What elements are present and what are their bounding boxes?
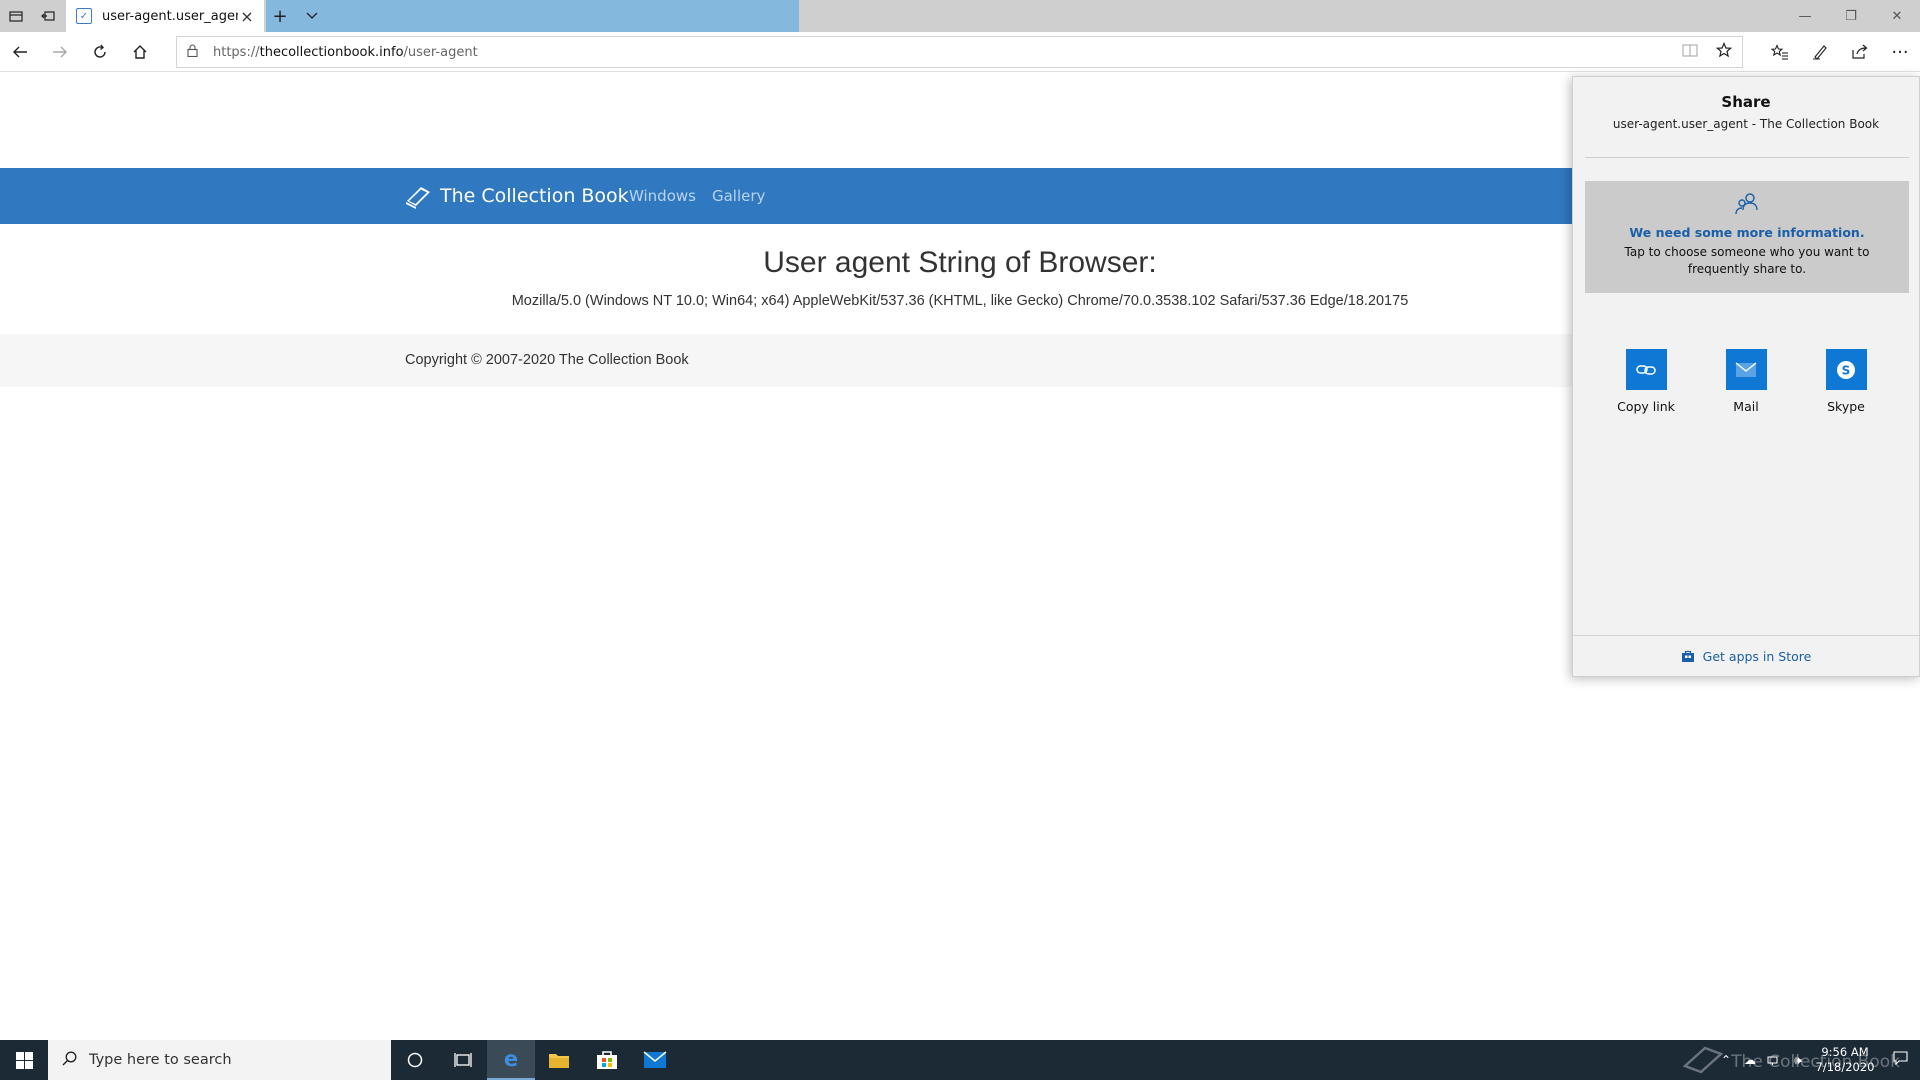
site-nav: Windows Gallery xyxy=(629,168,765,224)
url-domain: thecollectionbook.info xyxy=(259,44,404,60)
reading-view-icon[interactable] xyxy=(1682,43,1698,61)
minimize-icon[interactable]: — xyxy=(1782,0,1828,32)
search-placeholder: Type here to search xyxy=(89,1052,232,1068)
action-center-icon[interactable] xyxy=(1880,1051,1920,1069)
share-app-label: Mail xyxy=(1733,399,1759,414)
show-hidden-icons-icon[interactable]: ⌃ xyxy=(1714,1053,1738,1067)
share-divider xyxy=(1585,157,1909,158)
window-controls: — ❐ ✕ xyxy=(1782,0,1920,32)
system-tray: ⌃ ☁ 🕪 9:56 AM 7/18/2020 xyxy=(1714,1040,1920,1080)
svg-text:S: S xyxy=(1842,363,1851,377)
site-favicon-icon: ✓ xyxy=(76,8,92,24)
windows-start-icon[interactable] xyxy=(0,1040,48,1080)
lock-icon[interactable] xyxy=(187,44,205,60)
pen-notes-icon[interactable] xyxy=(1800,32,1840,72)
refresh-icon[interactable] xyxy=(80,32,120,72)
share-panel: Share user-agent.user_agent - The Collec… xyxy=(1572,76,1920,677)
share-title: Share xyxy=(1721,93,1771,111)
share-app-mail[interactable]: Mail xyxy=(1710,349,1782,414)
new-tab-icon[interactable]: + xyxy=(264,0,296,32)
network-icon[interactable] xyxy=(1762,1053,1786,1068)
home-icon[interactable] xyxy=(120,32,160,72)
tab-close-icon[interactable]: × xyxy=(238,7,256,26)
nav-link-gallery[interactable]: Gallery xyxy=(712,187,765,205)
get-apps-in-store-link[interactable]: Get apps in Store xyxy=(1573,649,1919,664)
copyright-text: Copyright © 2007-2020 The Collection Boo… xyxy=(405,352,689,368)
taskbar-search-box[interactable]: Type here to search xyxy=(48,1040,391,1080)
microsoft-store-icon[interactable] xyxy=(583,1040,631,1080)
store-bag-icon xyxy=(1681,650,1695,663)
mail-icon xyxy=(1725,349,1767,390)
navigation-bar: https://thecollectionbook.info/user-agen… xyxy=(0,32,1920,72)
share-app-label: Copy link xyxy=(1617,399,1675,414)
share-app-label: Skype xyxy=(1827,399,1865,414)
share-app-skype[interactable]: S Skype xyxy=(1810,349,1882,414)
clock-date: 7/18/2020 xyxy=(1815,1060,1875,1074)
search-icon xyxy=(62,1051,77,1070)
more-options-icon[interactable]: ··· xyxy=(1880,32,1920,72)
address-actions xyxy=(1682,37,1733,67)
share-app-copy-link[interactable]: Copy link xyxy=(1610,349,1682,414)
link-icon xyxy=(1625,349,1667,390)
tab-preview-chevron-icon[interactable] xyxy=(296,0,328,32)
taskbar-clock[interactable]: 9:56 AM 7/18/2020 xyxy=(1810,1045,1880,1075)
edge-browser-icon[interactable]: e xyxy=(487,1040,535,1080)
set-tabs-aside-icon[interactable] xyxy=(32,0,64,32)
url-text: https://thecollectionbook.info/user-agen… xyxy=(213,45,478,60)
share-contacts-prompt[interactable]: We need some more information. Tap to ch… xyxy=(1585,181,1909,293)
tab-strip: ✓ user-agent.user_agent - × + — ❐ ✕ xyxy=(0,0,1920,32)
svg-text:e: e xyxy=(504,1048,518,1070)
store-link-label: Get apps in Store xyxy=(1702,649,1812,664)
address-bar[interactable]: https://thecollectionbook.info/user-agen… xyxy=(176,36,1743,68)
share-app-list: Copy link Mail S Skype xyxy=(1573,349,1919,414)
site-brand-name: The Collection Book xyxy=(440,185,629,207)
people-icon xyxy=(1585,191,1909,219)
taskbar: Type here to search e The Collection Boo… xyxy=(0,1040,1920,1080)
volume-icon[interactable]: 🕪 xyxy=(1786,1053,1810,1068)
favorite-star-icon[interactable] xyxy=(1715,41,1733,62)
file-explorer-icon[interactable] xyxy=(535,1040,583,1080)
clock-time: 9:56 AM xyxy=(1821,1045,1869,1059)
restore-icon[interactable]: ❐ xyxy=(1828,0,1874,32)
url-scheme: https:// xyxy=(213,44,260,60)
forward-icon[interactable] xyxy=(40,32,80,72)
favorites-hub-icon[interactable] xyxy=(1760,32,1800,72)
browser-toolbar: ··· xyxy=(1760,32,1920,72)
share-subtitle: user-agent.user_agent - The Collection B… xyxy=(1612,117,1880,131)
onedrive-icon[interactable]: ☁ xyxy=(1738,1053,1762,1067)
share-footer-divider xyxy=(1573,635,1919,636)
tab-strip-accent xyxy=(266,0,799,32)
back-icon[interactable] xyxy=(0,32,40,72)
tab-title: user-agent.user_agent - xyxy=(102,8,238,24)
skype-icon: S xyxy=(1825,349,1867,390)
cortana-icon[interactable] xyxy=(391,1040,439,1080)
share-icon[interactable] xyxy=(1840,32,1880,72)
tab-user-agent[interactable]: ✓ user-agent.user_agent - × xyxy=(66,0,264,32)
close-window-icon[interactable]: ✕ xyxy=(1874,0,1920,32)
url-path: /user-agent xyxy=(403,44,478,60)
nav-link-windows[interactable]: Windows xyxy=(629,187,696,205)
site-brand-link[interactable]: The Collection Book xyxy=(404,168,629,224)
share-info-body: Tap to choose someone who you want to fr… xyxy=(1624,245,1870,276)
book-logo-icon xyxy=(404,183,432,209)
mail-app-icon[interactable] xyxy=(631,1040,679,1080)
share-info-heading: We need some more information. xyxy=(1629,225,1865,240)
tabs-aside-icon[interactable] xyxy=(0,0,32,32)
task-view-icon[interactable] xyxy=(439,1040,487,1080)
